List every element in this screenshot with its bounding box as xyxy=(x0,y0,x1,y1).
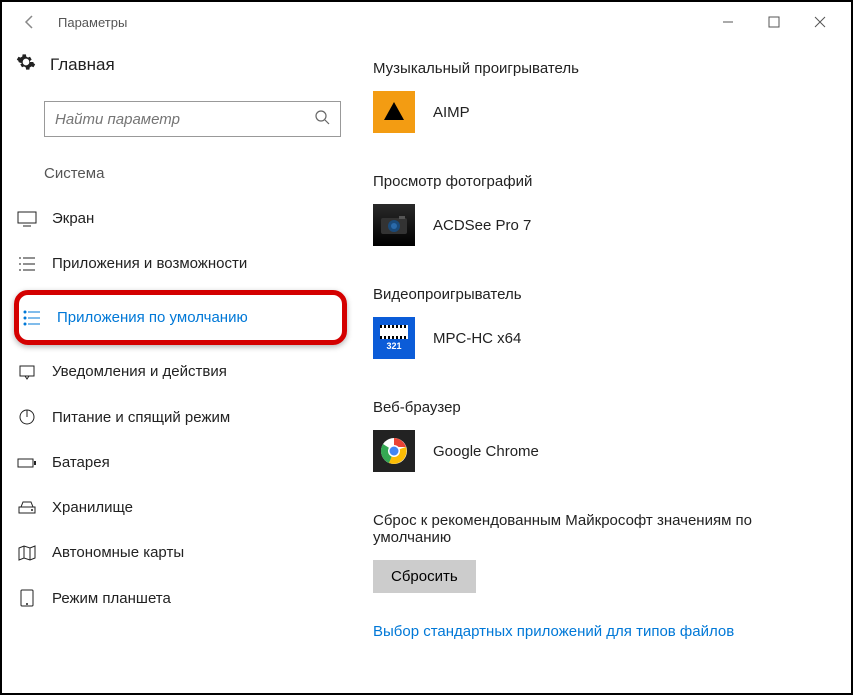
sidebar-item-maps[interactable]: Автономные карты xyxy=(8,530,355,575)
gear-icon xyxy=(16,52,36,77)
sidebar-item-label: Режим планшета xyxy=(52,590,171,607)
sidebar-item-label: Экран xyxy=(52,210,94,227)
home-label: Главная xyxy=(50,55,115,75)
app-name: ACDSee Pro 7 xyxy=(433,217,531,234)
sidebar-item-label: Питание и спящий режим xyxy=(52,409,230,426)
category-title: Веб-браузер xyxy=(373,399,821,416)
highlighted-item: Приложения по умолчанию xyxy=(14,290,347,345)
category-title: Видеопроигрыватель xyxy=(373,286,821,303)
category-title: Музыкальный проигрыватель xyxy=(373,60,821,77)
notification-icon xyxy=(16,364,38,380)
chrome-icon xyxy=(373,430,415,472)
app-choice-video[interactable]: 321 MPC-HC x64 xyxy=(373,317,821,359)
power-icon xyxy=(16,408,38,426)
map-icon xyxy=(16,545,38,561)
aimp-icon xyxy=(373,91,415,133)
tablet-icon xyxy=(16,589,38,607)
titlebar: Параметры xyxy=(2,2,851,42)
default-apps-icon xyxy=(21,310,43,326)
app-choice-photos[interactable]: ACDSee Pro 7 xyxy=(373,204,821,246)
sidebar-item-default-apps[interactable]: Приложения по умолчанию xyxy=(19,295,342,340)
mpc-icon: 321 xyxy=(373,317,415,359)
reset-description: Сброс к рекомендованным Майкрософт значе… xyxy=(373,512,773,546)
window-title: Параметры xyxy=(58,15,127,30)
sidebar-item-battery[interactable]: Батарея xyxy=(8,440,355,485)
app-name: AIMP xyxy=(433,104,470,121)
back-button[interactable] xyxy=(10,2,50,42)
sidebar-item-tablet[interactable]: Режим планшета xyxy=(8,575,355,621)
close-button[interactable] xyxy=(797,2,843,42)
app-name: MPC-HC x64 xyxy=(433,330,521,347)
minimize-button[interactable] xyxy=(705,2,751,42)
sidebar-item-label: Уведомления и действия xyxy=(52,363,227,380)
home-link[interactable]: Главная xyxy=(8,42,355,95)
file-types-link[interactable]: Выбор стандартных приложений для типов ф… xyxy=(373,623,734,640)
sidebar-item-label: Приложения по умолчанию xyxy=(57,309,248,326)
sidebar-item-label: Автономные карты xyxy=(52,544,184,561)
search-box[interactable] xyxy=(44,101,341,137)
sidebar-item-label: Приложения и возможности xyxy=(52,255,247,272)
section-title: Система xyxy=(8,155,355,196)
sidebar-item-display[interactable]: Экран xyxy=(8,196,355,241)
sidebar-item-power[interactable]: Питание и спящий режим xyxy=(8,394,355,440)
sidebar-item-label: Хранилище xyxy=(52,499,133,516)
search-input[interactable] xyxy=(55,111,314,128)
storage-icon xyxy=(16,501,38,515)
category-title: Просмотр фотографий xyxy=(373,173,821,190)
sidebar: Главная Система Экран Приложения и возмо… xyxy=(2,42,355,693)
battery-icon xyxy=(16,457,38,469)
sidebar-item-storage[interactable]: Хранилище xyxy=(8,485,355,530)
main-content: Музыкальный проигрыватель AIMP Просмотр … xyxy=(355,42,851,693)
sidebar-item-notifications[interactable]: Уведомления и действия xyxy=(8,349,355,394)
app-choice-music[interactable]: AIMP xyxy=(373,91,821,133)
sidebar-item-apps[interactable]: Приложения и возможности xyxy=(8,241,355,286)
app-name: Google Chrome xyxy=(433,443,539,460)
sidebar-item-label: Батарея xyxy=(52,454,110,471)
monitor-icon xyxy=(16,211,38,227)
list-icon xyxy=(16,256,38,272)
maximize-button[interactable] xyxy=(751,2,797,42)
search-icon xyxy=(314,109,330,130)
acdsee-icon xyxy=(373,204,415,246)
reset-button[interactable]: Сбросить xyxy=(373,560,476,593)
app-choice-browser[interactable]: Google Chrome xyxy=(373,430,821,472)
